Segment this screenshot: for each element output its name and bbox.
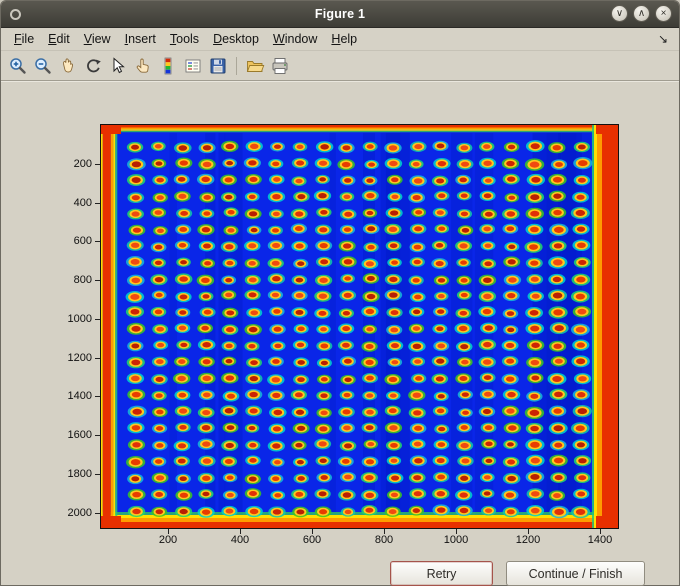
close-button[interactable]: × [655,5,672,22]
y-tick-mark [95,164,100,165]
x-tick-label: 1000 [443,534,469,546]
window-controls: ∨ ∧ × [611,5,672,22]
y-tick-label: 600 [73,235,92,248]
y-tick-label: 1200 [67,351,92,364]
y-tick-mark [95,435,100,437]
x-tick-label: 200 [158,534,178,546]
toolbar [1,50,679,81]
x-tick-mark [456,529,457,534]
print-icon[interactable] [268,54,292,78]
x-tick-mark [240,529,241,534]
window-menu-icon[interactable] [10,9,21,20]
retry-button[interactable]: Retry [390,561,493,586]
minimize-button[interactable]: ∨ [611,5,628,22]
y-tick-label: 800 [73,274,92,287]
menu-bar: File Edit View Insert Tools Desktop Wind… [1,28,679,50]
menu-help[interactable]: Help [324,30,364,48]
y-tick-mark [95,512,100,514]
zoom-out-icon[interactable] [31,54,55,78]
edit-plot-icon[interactable] [131,54,155,78]
title-bar[interactable]: Figure 1 ∨ ∧ × [1,1,679,28]
y-tick-label: 1800 [67,467,92,480]
open-folder-icon[interactable] [243,54,267,78]
toolbar-separator [236,56,237,75]
window-title: Figure 1 [314,7,366,21]
menu-file[interactable]: File [7,30,41,48]
save-icon[interactable] [206,54,230,78]
y-tick-label: 200 [73,158,92,170]
menu-insert[interactable]: Insert [118,30,163,48]
x-tick-label: 1400 [587,534,613,546]
rotate-3d-icon[interactable] [81,54,105,78]
y-tick-mark [95,280,100,282]
y-tick-mark [95,318,100,320]
insert-colorbar-icon[interactable] [156,54,180,78]
x-tick-label: 800 [374,534,394,546]
data-cursor-icon[interactable] [106,54,130,78]
axes[interactable]: 200 400 600 800 1000 1200 1400 1600 1800 2000 200 4… [68,124,619,546]
continue-finish-button[interactable]: Continue / Finish [506,561,645,586]
maximize-button[interactable]: ∧ [633,5,650,22]
insert-legend-icon[interactable] [181,54,205,78]
zoom-in-icon[interactable] [6,54,30,78]
y-tick-label: 1600 [67,429,92,442]
x-tick-mark [312,529,313,534]
y-tick-mark [95,202,100,204]
dock-arrow-icon[interactable]: ↘ [658,32,673,46]
pan-hand-icon[interactable] [56,54,80,78]
y-tick-mark [95,357,100,359]
menu-view[interactable]: View [77,30,118,48]
x-tick-label: 600 [302,534,322,546]
y-tick-label: 2000 [67,506,92,519]
plot-image[interactable] [101,125,618,528]
y-tick-mark [95,241,100,243]
x-tick-mark [384,529,385,534]
x-tick-mark [168,529,169,534]
x-tick-mark [528,529,529,534]
figure-window: Figure 1 ∨ ∧ × File Edit View Insert Too… [0,0,680,586]
y-tick-label: 1000 [67,312,92,325]
menu-window[interactable]: Window [266,30,324,48]
x-tick-mark [600,529,601,534]
menu-desktop[interactable]: Desktop [206,30,266,48]
figure-canvas: 200 400 600 800 1000 1200 1400 1600 1800 2000 200 4… [1,81,679,586]
y-tick-label: 400 [73,196,92,209]
menu-tools[interactable]: Tools [163,30,206,48]
menu-edit[interactable]: Edit [41,30,77,48]
y-tick-label: 1400 [67,390,92,403]
y-tick-mark [95,473,100,475]
x-tick-label: 1200 [515,534,541,546]
y-tick-mark [95,396,100,398]
x-tick-label: 400 [230,534,250,546]
